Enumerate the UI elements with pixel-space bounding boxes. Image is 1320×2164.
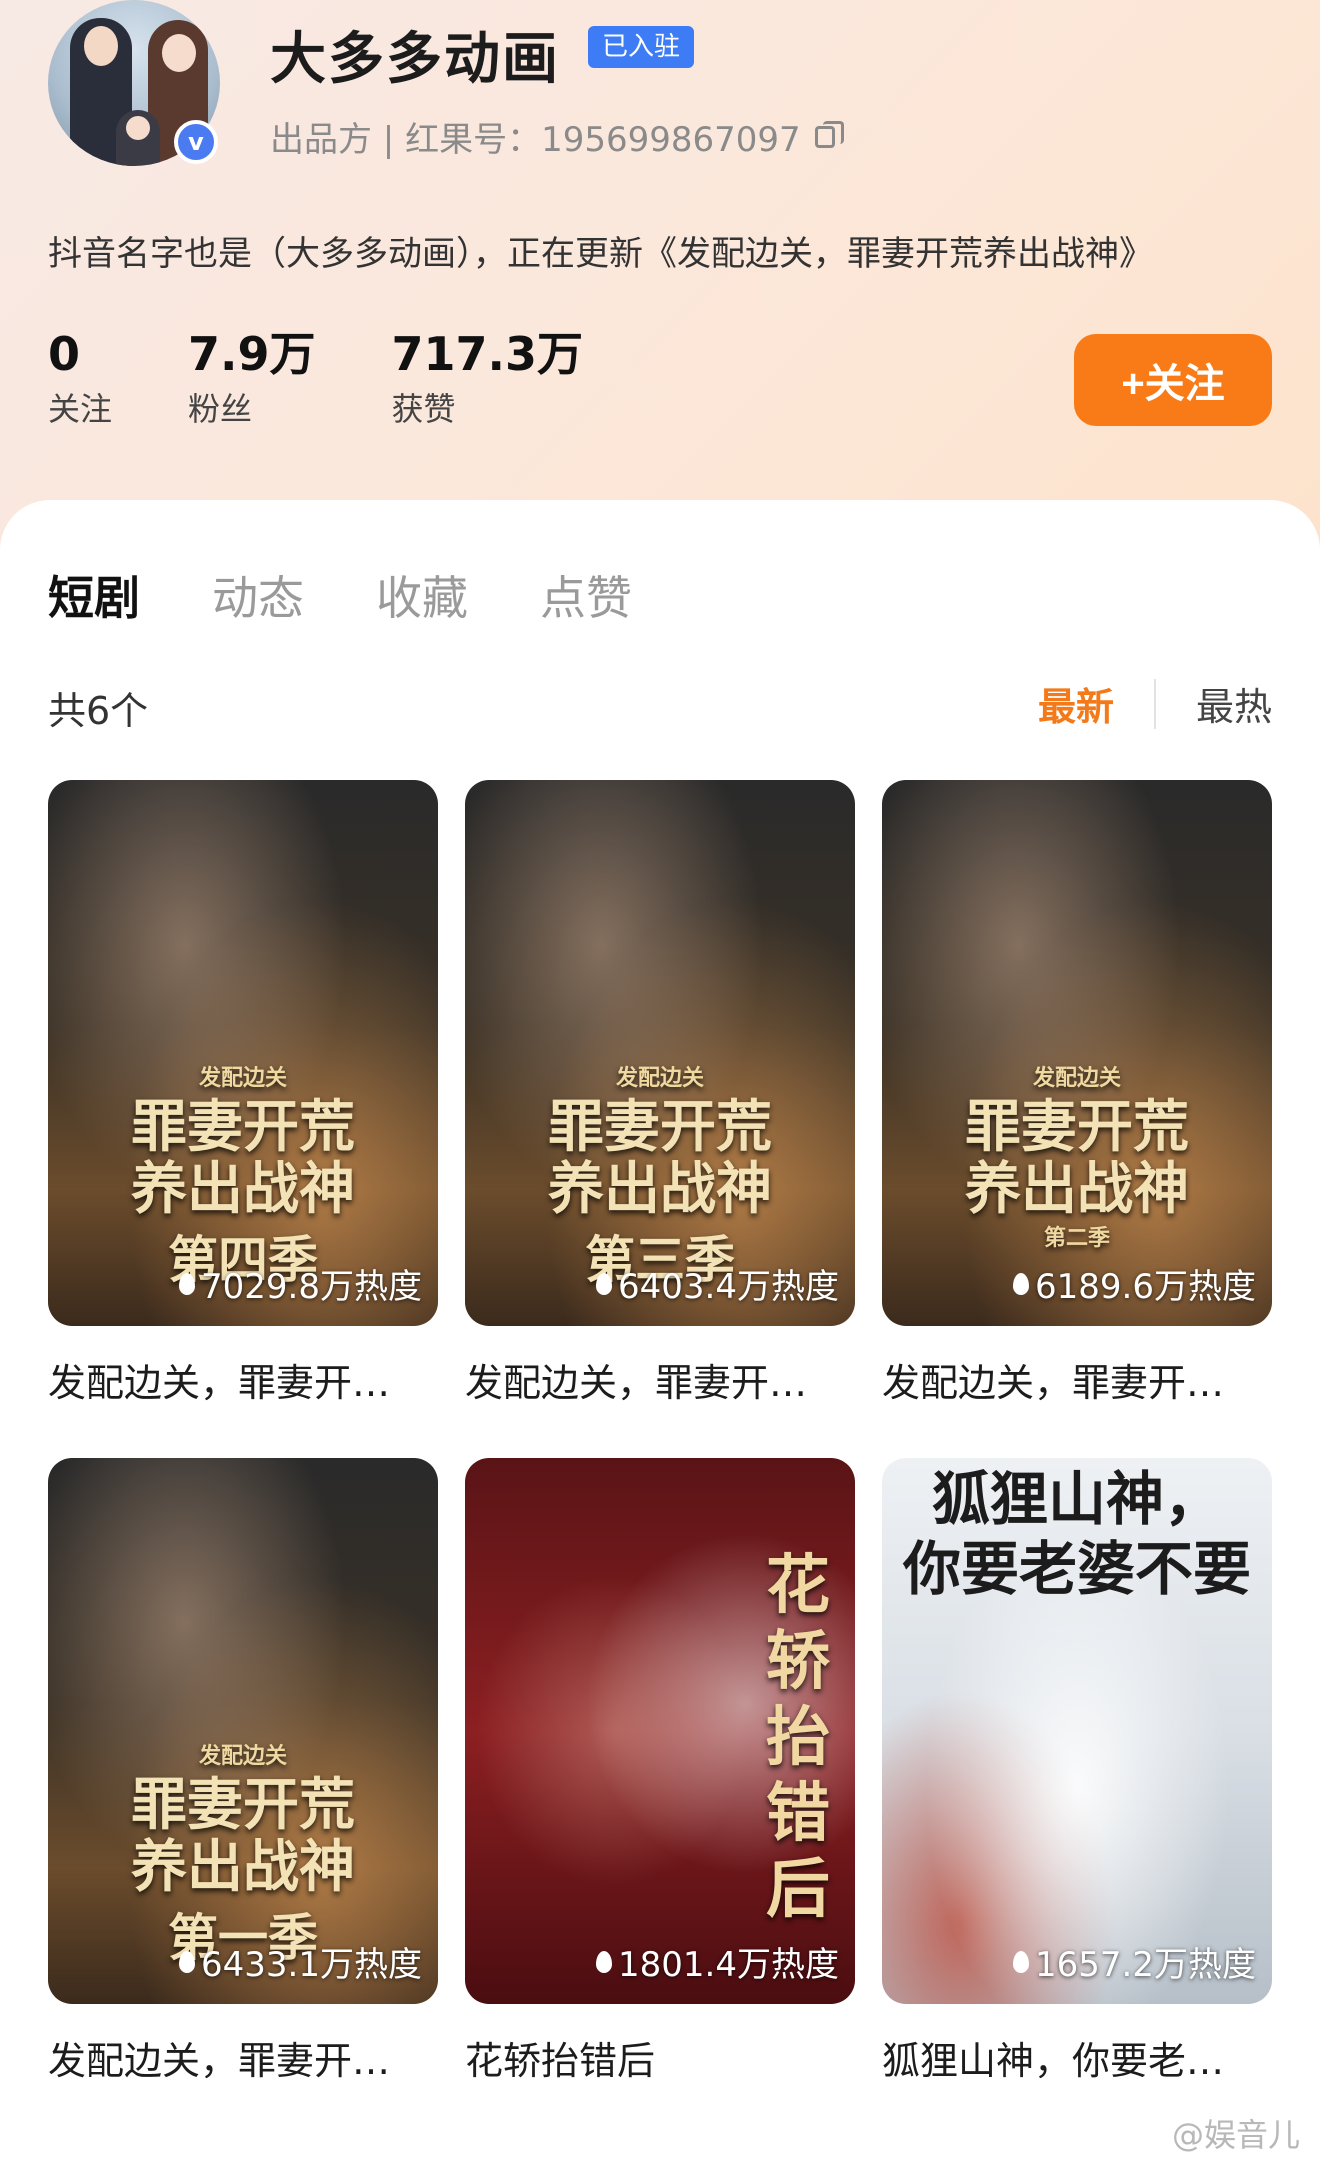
sort-control: 最新 最热 (1038, 676, 1272, 731)
cover-title-art: 发配边关 罪妻开荒 养出战神 第三季 (465, 1060, 855, 1292)
tab-short-dramas[interactable]: 短剧 (48, 562, 140, 628)
drama-card[interactable]: 狐狸山神， 你要老婆不要 1657.2万热度 狐狸山神，你要老… (882, 1458, 1272, 2085)
cover-art-title: 养出战神 (131, 1156, 355, 1222)
cover-art-subtitle: 发配边关 (615, 1065, 704, 1091)
flame-icon (596, 1272, 613, 1295)
stat-followers[interactable]: 7.9万 粉丝 (188, 326, 316, 430)
tab-posts[interactable]: 动态 (212, 562, 304, 628)
drama-card[interactable]: 发配边关 罪妻开荒 养出战神 第二季 6189.6万热度 发配边关，罪妻开… (882, 780, 1272, 1407)
sort-hottest[interactable]: 最热 (1196, 676, 1272, 731)
heat-value: 1801.4万热度 (618, 1945, 839, 1985)
stat-likes[interactable]: 717.3万 获赞 (392, 326, 584, 430)
flame-icon (179, 1950, 196, 1973)
flame-icon (179, 1272, 196, 1295)
profile-bio: 抖音名字也是（大多多动画），正在更新《发配边关，罪妻开荒养出战神》 (48, 234, 1153, 274)
stat-label: 粉丝 (188, 390, 253, 428)
avatar-face (162, 34, 196, 72)
cover-art-title: 养出战神 (131, 1834, 355, 1900)
heat-indicator: 6403.4万热度 (596, 1259, 839, 1308)
cover-art-title: 罪妻开荒 (131, 1772, 355, 1838)
drama-card[interactable]: 发配边关 罪妻开荒 养出战神 第一季 6433.1万热度 发配边关，罪妻开… (48, 1458, 438, 2085)
cover-title-art: 发配边关 罪妻开荒 养出战神 第二季 (882, 1060, 1272, 1256)
heat-value: 6403.4万热度 (618, 1267, 839, 1307)
item-count: 共6个 (48, 689, 149, 733)
avatar-face (126, 116, 150, 140)
stat-value: 0 (48, 327, 81, 381)
drama-card[interactable]: 花轿抬错后 1801.4万热度 花轿抬错后 (465, 1458, 855, 2085)
stat-value: 717.3万 (391, 327, 584, 381)
cover-art-subtitle: 发配边关 (198, 1065, 287, 1091)
copy-icon[interactable] (814, 120, 844, 148)
profile-meta: 出品方 | 红果号：195699867097 (270, 112, 844, 161)
follow-button[interactable]: +关注 (1074, 334, 1272, 426)
cover-title-art: 发配边关 罪妻开荒 养出战神 第四季 (48, 1060, 438, 1292)
heat-value: 1657.2万热度 (1035, 1945, 1256, 1985)
cover-art-subtitle: 发配边关 (1032, 1065, 1121, 1091)
cover-art-title: 养出战神 (965, 1156, 1189, 1222)
cover-art-title: 你要老婆不要 (902, 1535, 1251, 1603)
drama-cover[interactable]: 发配边关 罪妻开荒 养出战神 第二季 6189.6万热度 (882, 780, 1272, 1326)
drama-title[interactable]: 发配边关，罪妻开… (882, 1352, 1272, 1407)
content-tabs: 短剧 动态 收藏 点赞 (48, 562, 632, 628)
drama-cover[interactable]: 发配边关 罪妻开荒 养出战神 第三季 6403.4万热度 (465, 780, 855, 1326)
watermark: @娱音儿 (1171, 2116, 1300, 2154)
drama-cover[interactable]: 发配边关 罪妻开荒 养出战神 第一季 6433.1万热度 (48, 1458, 438, 2004)
drama-card[interactable]: 发配边关 罪妻开荒 养出战神 第三季 6403.4万热度 发配边关，罪妻开… (465, 780, 855, 1407)
heat-value: 6189.6万热度 (1035, 1267, 1256, 1307)
flame-icon (1013, 1272, 1030, 1295)
stat-label: 获赞 (391, 390, 456, 428)
content-panel: 短剧 动态 收藏 点赞 共6个 最新 最热 发配边关 罪妻开荒 养出战神 第四季… (0, 500, 1320, 2164)
drama-cover[interactable]: 发配边关 罪妻开荒 养出战神 第四季 7029.8万热度 (48, 780, 438, 1326)
sort-divider (1153, 678, 1156, 729)
drama-cover[interactable]: 狐狸山神， 你要老婆不要 1657.2万热度 (882, 1458, 1272, 2004)
cover-art-title: 罪妻开荒 (131, 1094, 355, 1160)
cover-art-title: 罪妻开荒 (548, 1094, 772, 1160)
cover-title-art: 发配边关 罪妻开荒 养出战神 第一季 (48, 1738, 438, 1970)
sort-newest[interactable]: 最新 (1038, 676, 1114, 731)
profile-stats: 0 关注 7.9万 粉丝 717.3万 获赞 (48, 326, 659, 430)
cover-art-subtitle: 发配边关 (198, 1743, 287, 1769)
drama-title[interactable]: 狐狸山神，你要老… (882, 2030, 1272, 2085)
heat-indicator: 1801.4万热度 (596, 1937, 839, 1986)
heat-value: 7029.8万热度 (201, 1267, 422, 1307)
drama-title[interactable]: 发配边关，罪妻开… (48, 1352, 438, 1407)
drama-card[interactable]: 发配边关 罪妻开荒 养出战神 第四季 7029.8万热度 发配边关，罪妻开… (48, 780, 438, 1407)
heat-indicator: 6433.1万热度 (179, 1937, 422, 1986)
settled-badge: 已入驻 (588, 26, 695, 68)
stat-following[interactable]: 0 关注 (48, 326, 112, 430)
cover-art-title: 养出战神 (548, 1156, 772, 1222)
drama-title[interactable]: 发配边关，罪妻开… (465, 1352, 855, 1407)
cover-title-art: 狐狸山神， 你要老婆不要 (882, 1464, 1272, 1604)
avatar-face (84, 26, 118, 66)
heat-value: 6433.1万热度 (201, 1945, 422, 1985)
flame-icon (1013, 1950, 1030, 1973)
drama-cover[interactable]: 花轿抬错后 1801.4万热度 (465, 1458, 855, 2004)
heat-indicator: 6189.6万热度 (1013, 1259, 1256, 1308)
flame-icon (596, 1950, 613, 1973)
drama-title[interactable]: 发配边关，罪妻开… (48, 2030, 438, 2085)
heat-indicator: 1657.2万热度 (1013, 1937, 1256, 1986)
tab-favorites[interactable]: 收藏 (376, 562, 468, 628)
cover-art-title: 花轿抬错后 (766, 1548, 830, 1927)
profile-name: 大多多动画 (270, 27, 560, 92)
verified-icon: v (174, 120, 218, 164)
stat-value: 7.9万 (188, 327, 316, 381)
avatar-figure-child (116, 110, 160, 166)
cover-art-season: 第二季 (1043, 1225, 1110, 1251)
stat-label: 关注 (48, 390, 113, 428)
cover-art-title: 罪妻开荒 (965, 1094, 1189, 1160)
cover-art-title: 狐狸山神， (931, 1465, 1222, 1533)
drama-title[interactable]: 花轿抬错后 (465, 2030, 855, 2085)
heat-indicator: 7029.8万热度 (179, 1259, 422, 1308)
tab-likes[interactable]: 点赞 (540, 562, 632, 628)
profile-meta-text: 出品方 | 红果号：195699867097 (270, 120, 801, 160)
